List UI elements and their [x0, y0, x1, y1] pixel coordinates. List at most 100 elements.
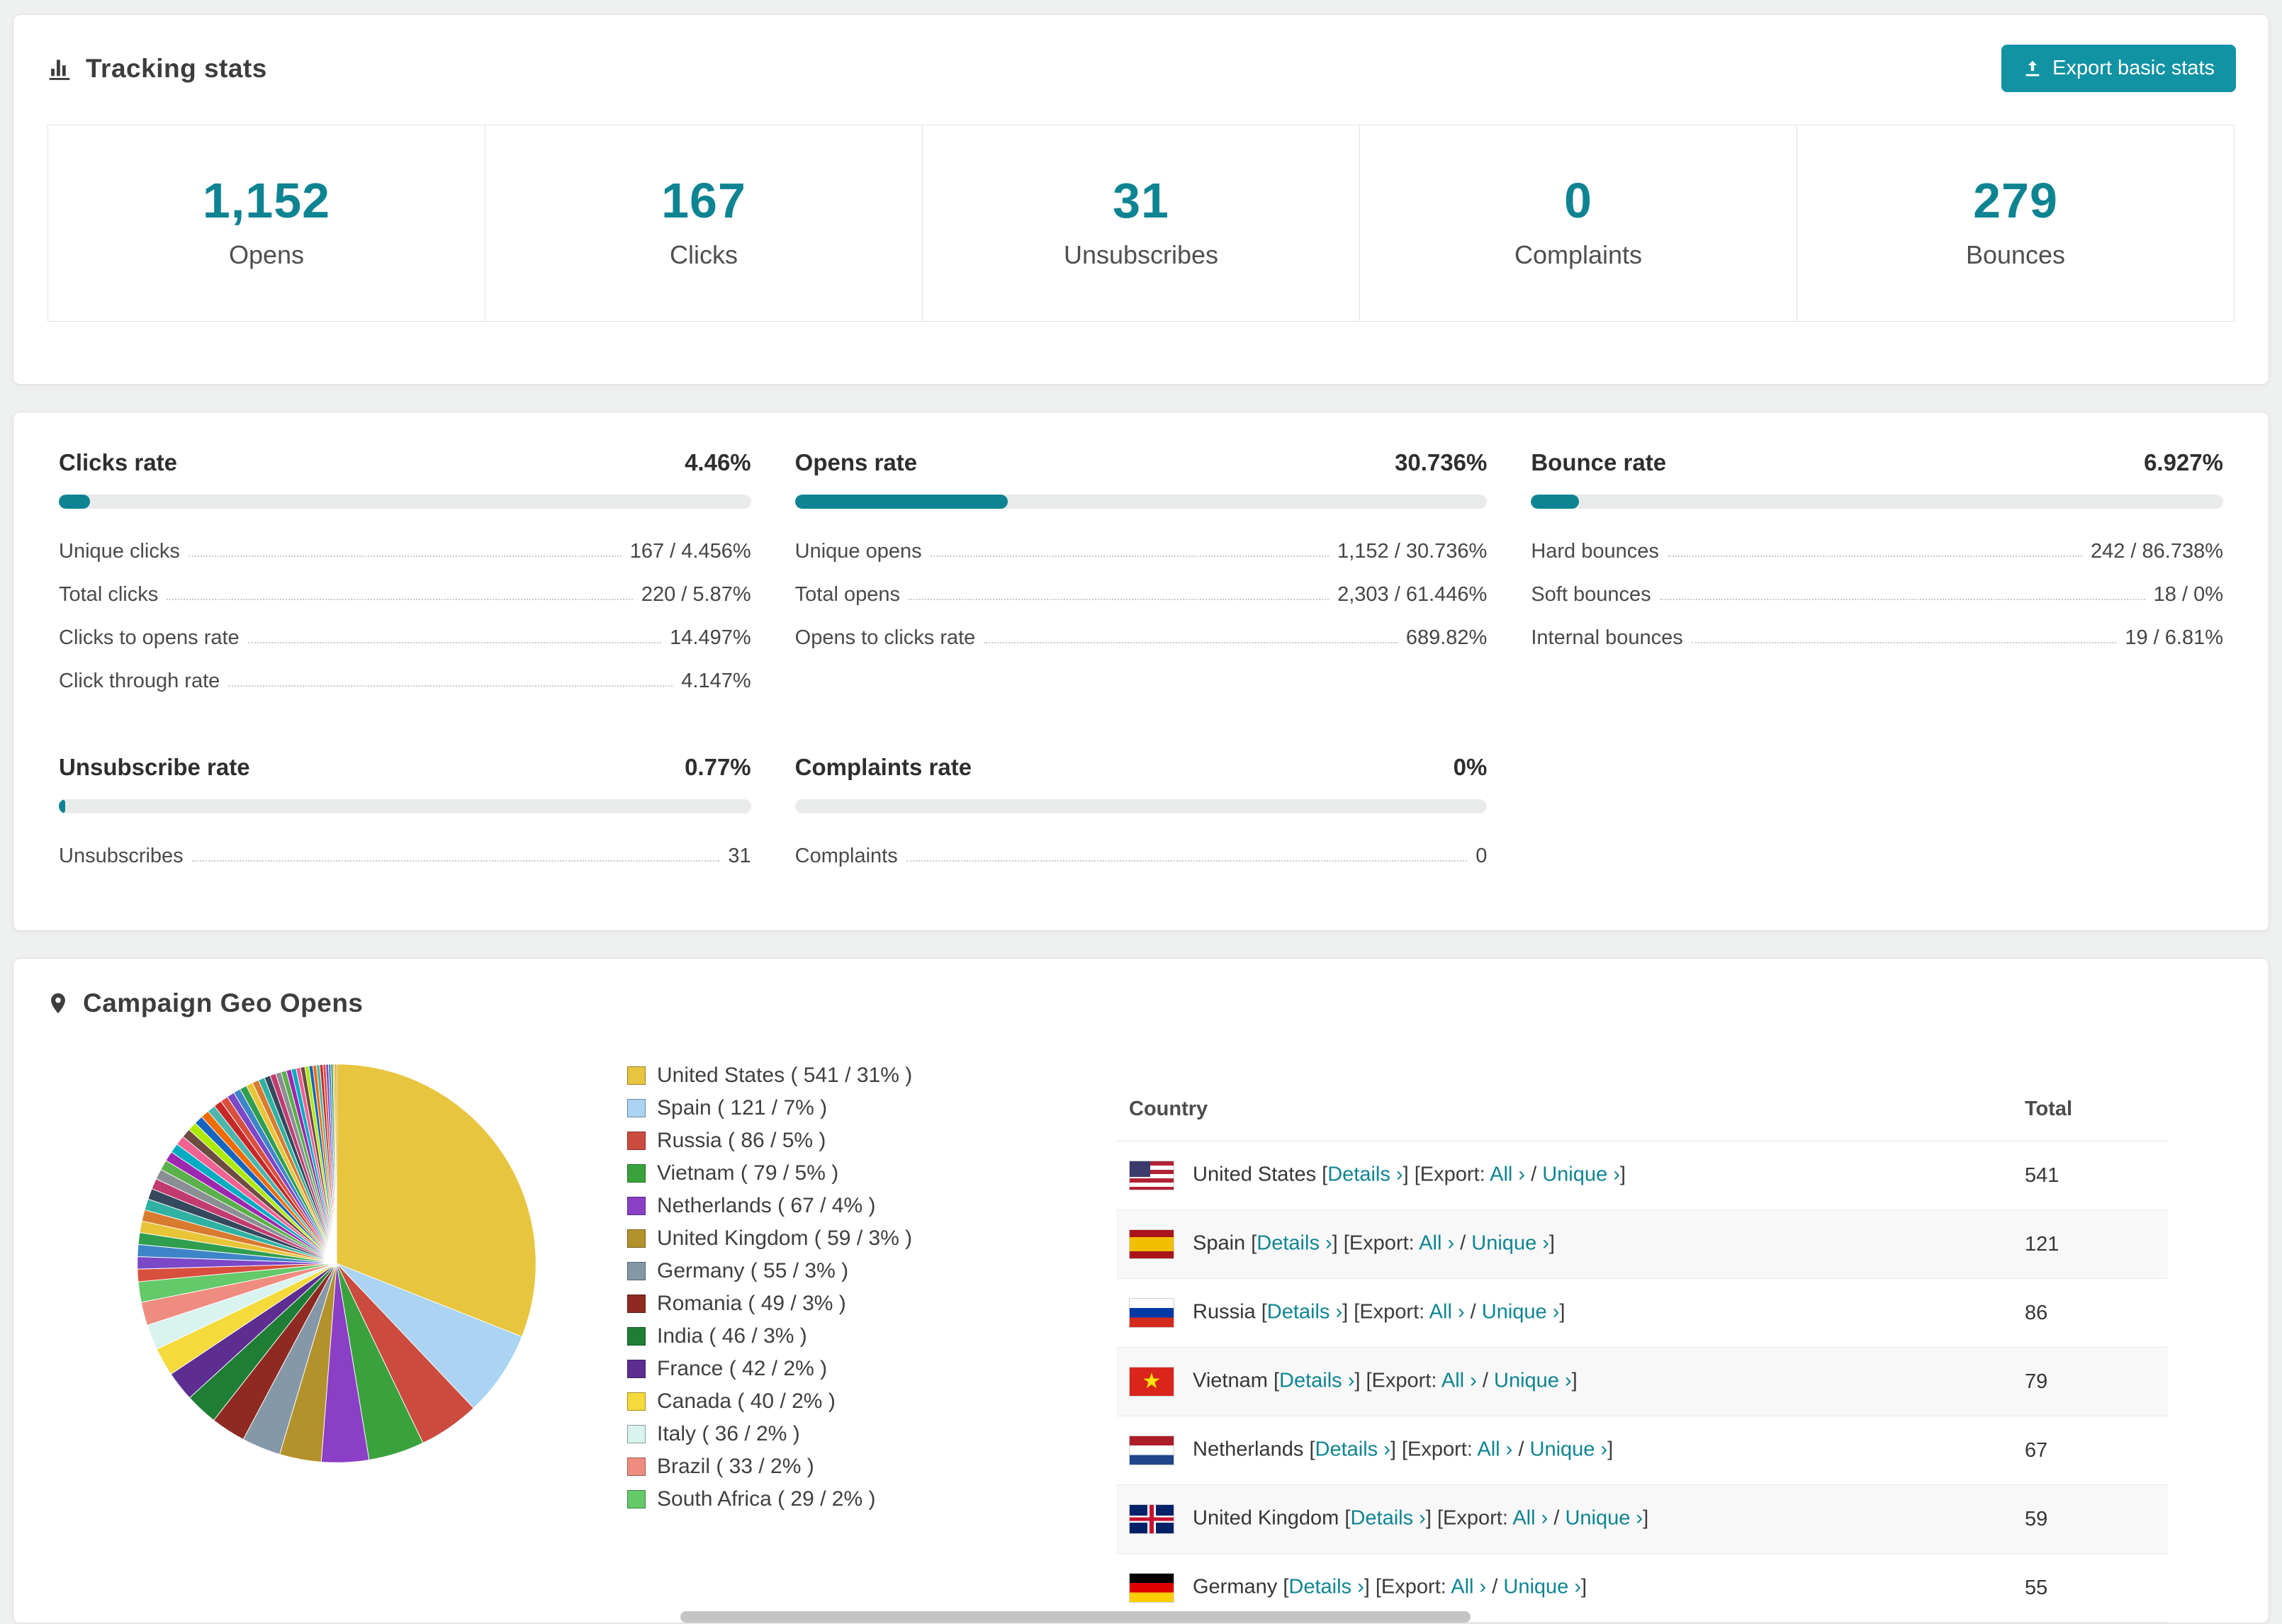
rate-row: Internal bounces 19 / 6.81% [1531, 616, 2223, 660]
rate-title: Complaints rate [794, 754, 972, 780]
details-link[interactable]: Details › [1288, 1576, 1364, 1598]
details-link[interactable]: Details › [1279, 1370, 1354, 1392]
legend-item-united-kingdom: United Kingdom ( 59 / 3% ) [627, 1227, 960, 1251]
geo-card-title: Campaign Geo Opens [83, 988, 364, 1017]
export-unique-link[interactable]: Unique › [1530, 1438, 1608, 1461]
rate-head: Opens rate 30.736% [795, 449, 1488, 476]
legend-swatch [627, 1066, 646, 1085]
country-name: United States [1193, 1163, 1317, 1186]
rate-row: Unsubscribes 31 [59, 835, 751, 878]
export-label: [Export: [1401, 1438, 1478, 1461]
legend-swatch [627, 1262, 646, 1280]
tracking-card-head: Tracking stats Export basic stats [13, 15, 2269, 115]
dotted-leader [228, 685, 673, 687]
country-name: United Kingdom [1193, 1506, 1339, 1530]
rate-row-label: Soft bounces [1531, 583, 1651, 606]
rate-row-label: Click through rate [59, 670, 220, 692]
geo-table-row-vietnam: Vietnam [Details ›] [Export: All › / Uni… [1116, 1347, 2168, 1416]
export-unique-link[interactable]: Unique › [1494, 1370, 1572, 1392]
export-label: [Export: [1343, 1231, 1420, 1255]
stats-row: 1,152 Opens 167 Clicks 31 Unsubscribes 0 Compla… [47, 125, 2235, 322]
rate-row-value: 14.497% [670, 626, 751, 649]
bar-chart-icon [46, 55, 73, 82]
tracking-card-title: Tracking stats [86, 53, 267, 83]
export-unique-link[interactable]: Unique › [1503, 1576, 1581, 1598]
export-all-link[interactable]: All › [1429, 1301, 1465, 1324]
legend-label: United States ( 541 / 31% ) [657, 1064, 913, 1087]
rate-rows: Unsubscribes 31 [59, 835, 751, 878]
export-all-link[interactable]: All › [1441, 1370, 1477, 1392]
country-header: Country [1116, 1078, 2012, 1141]
horizontal-scrollbar[interactable] [680, 1611, 1471, 1623]
rate-panel-unsubscribe-rate: Unsubscribe rate 0.77% Unsubscribes 31 [59, 754, 751, 878]
details-link[interactable]: Details › [1350, 1507, 1425, 1530]
bracket: ] [1619, 1163, 1626, 1186]
details-link[interactable]: Details › [1315, 1438, 1390, 1461]
stat-complaints: 0 Complaints [1359, 125, 1797, 321]
progress-fill [794, 495, 1008, 509]
rate-row: Total opens 2,303 / 61.446% [795, 573, 1488, 616]
export-unique-link[interactable]: Unique › [1542, 1163, 1620, 1186]
legend-label: United Kingdom ( 59 / 3% ) [657, 1227, 913, 1250]
export-unique-link[interactable]: Unique › [1471, 1232, 1549, 1255]
rate-panel-bounce-rate: Bounce rate 6.927% Hard bounces 242 / 86.73… [1531, 449, 2223, 703]
export-unique-link[interactable]: Unique › [1482, 1301, 1560, 1324]
flag-vn-icon [1129, 1367, 1174, 1397]
legend-item-france: France ( 42 / 2% ) [627, 1357, 960, 1381]
export-basic-stats-button[interactable]: Export basic stats [2001, 45, 2236, 92]
export-all-link[interactable]: All › [1490, 1163, 1525, 1186]
geo-table-wrap: Country Total United States [Details ›] … [1116, 1078, 2168, 1623]
rate-value: 0% [1453, 754, 1488, 780]
export-label: [Export: [1414, 1163, 1490, 1186]
legend-item-brazil: Brazil ( 33 / 2% ) [627, 1455, 960, 1479]
rate-row-value: 4.147% [681, 670, 751, 692]
legend-swatch [627, 1425, 646, 1443]
export-all-link[interactable]: All › [1512, 1507, 1548, 1530]
dotted-leader [188, 556, 622, 557]
country-name: Russia [1193, 1300, 1256, 1324]
slash: / [1476, 1369, 1494, 1392]
export-all-link[interactable]: All › [1419, 1232, 1454, 1255]
legend-label: Germany ( 55 / 3% ) [657, 1259, 849, 1282]
flag-de-icon [1129, 1573, 1174, 1603]
rate-row-label: Clicks to opens rate [59, 626, 240, 649]
details-link[interactable]: Details › [1327, 1163, 1403, 1186]
legend-swatch [627, 1360, 646, 1378]
export-all-link[interactable]: All › [1477, 1438, 1512, 1461]
details-link[interactable]: Details › [1267, 1301, 1342, 1324]
legend-swatch [627, 1099, 646, 1117]
total-header: Total [2012, 1078, 2168, 1141]
dotted-leader [984, 642, 1398, 643]
rate-panel-complaints-rate: Complaints rate 0% Complaints 0 [794, 754, 1488, 878]
export-unique-link[interactable]: Unique › [1565, 1507, 1643, 1530]
rate-row: Unique clicks 167 / 4.456% [59, 530, 751, 573]
rate-value: 4.46% [685, 449, 751, 475]
country-cell: United Kingdom [Details ›] [Export: All … [1116, 1484, 2012, 1554]
bracket: ] [1571, 1369, 1578, 1392]
legend-label: Romania ( 49 / 3% ) [657, 1292, 846, 1315]
rate-title: Bounce rate [1531, 449, 1667, 475]
geo-card: Campaign Geo Opens United States ( 541 /… [13, 958, 2269, 1623]
rate-row-value: 1,152 / 30.736% [1337, 540, 1488, 563]
bracket: ] [1548, 1231, 1555, 1255]
details-link[interactable]: Details › [1257, 1232, 1332, 1255]
rate-row: Soft bounces 18 / 0% [1531, 573, 2223, 616]
rate-title: Clicks rate [59, 449, 177, 475]
legend-swatch [627, 1229, 646, 1248]
dotted-leader [930, 556, 1330, 557]
rate-row-value: 220 / 5.87% [641, 583, 751, 606]
rate-rows: Complaints 0 [795, 835, 1488, 878]
export-label: [Export: [1366, 1369, 1441, 1392]
progress-bar [59, 799, 751, 813]
rate-row-label: Unique opens [794, 540, 922, 563]
export-all-link[interactable]: All › [1451, 1576, 1486, 1598]
total-cell: 541 [2012, 1141, 2168, 1210]
rate-row-label: Complaints [794, 845, 898, 867]
country-name: Spain [1193, 1231, 1246, 1255]
rate-row-value: 18 / 0% [2153, 583, 2223, 606]
legend-item-india: India ( 46 / 3% ) [627, 1324, 960, 1348]
legend-label: India ( 46 / 3% ) [657, 1324, 807, 1348]
slash: / [1486, 1575, 1504, 1598]
flag-gb-icon [1129, 1504, 1174, 1534]
rate-title: Unsubscribe rate [59, 754, 250, 780]
